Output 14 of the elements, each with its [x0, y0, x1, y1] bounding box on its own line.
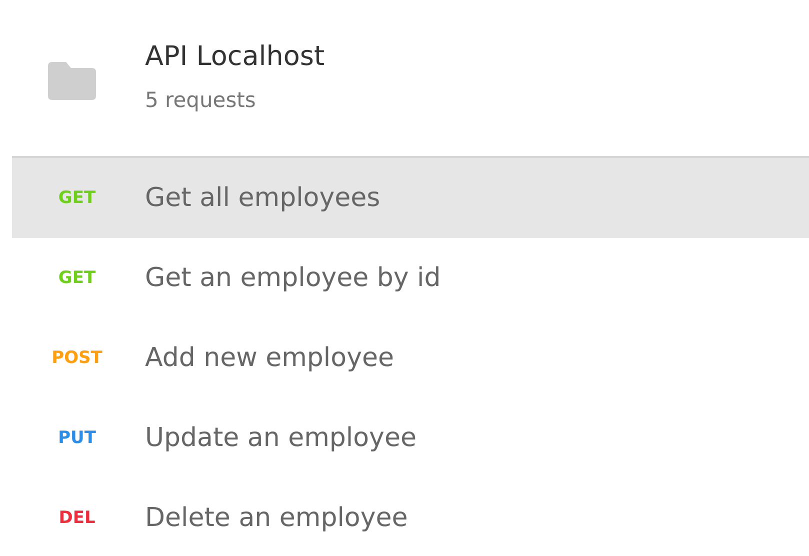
- method-label: DEL: [58, 508, 96, 528]
- request-name: Update an employee: [145, 423, 416, 453]
- request-count: 5 requests: [145, 88, 257, 112]
- method-label: GET: [58, 268, 96, 288]
- request-name: Add new employee: [145, 343, 394, 373]
- method-label: GET: [58, 188, 96, 208]
- method-label: POST: [52, 348, 102, 368]
- request-name: Delete an employee: [145, 503, 408, 533]
- method-label: PUT: [58, 428, 96, 448]
- request-name: Get all employees: [145, 183, 380, 213]
- collection-title[interactable]: API Localhost: [145, 40, 325, 72]
- request-item[interactable]: GET Get all employees: [12, 158, 809, 238]
- folder-icon: [48, 62, 96, 100]
- request-name: Get an employee by id: [145, 263, 441, 293]
